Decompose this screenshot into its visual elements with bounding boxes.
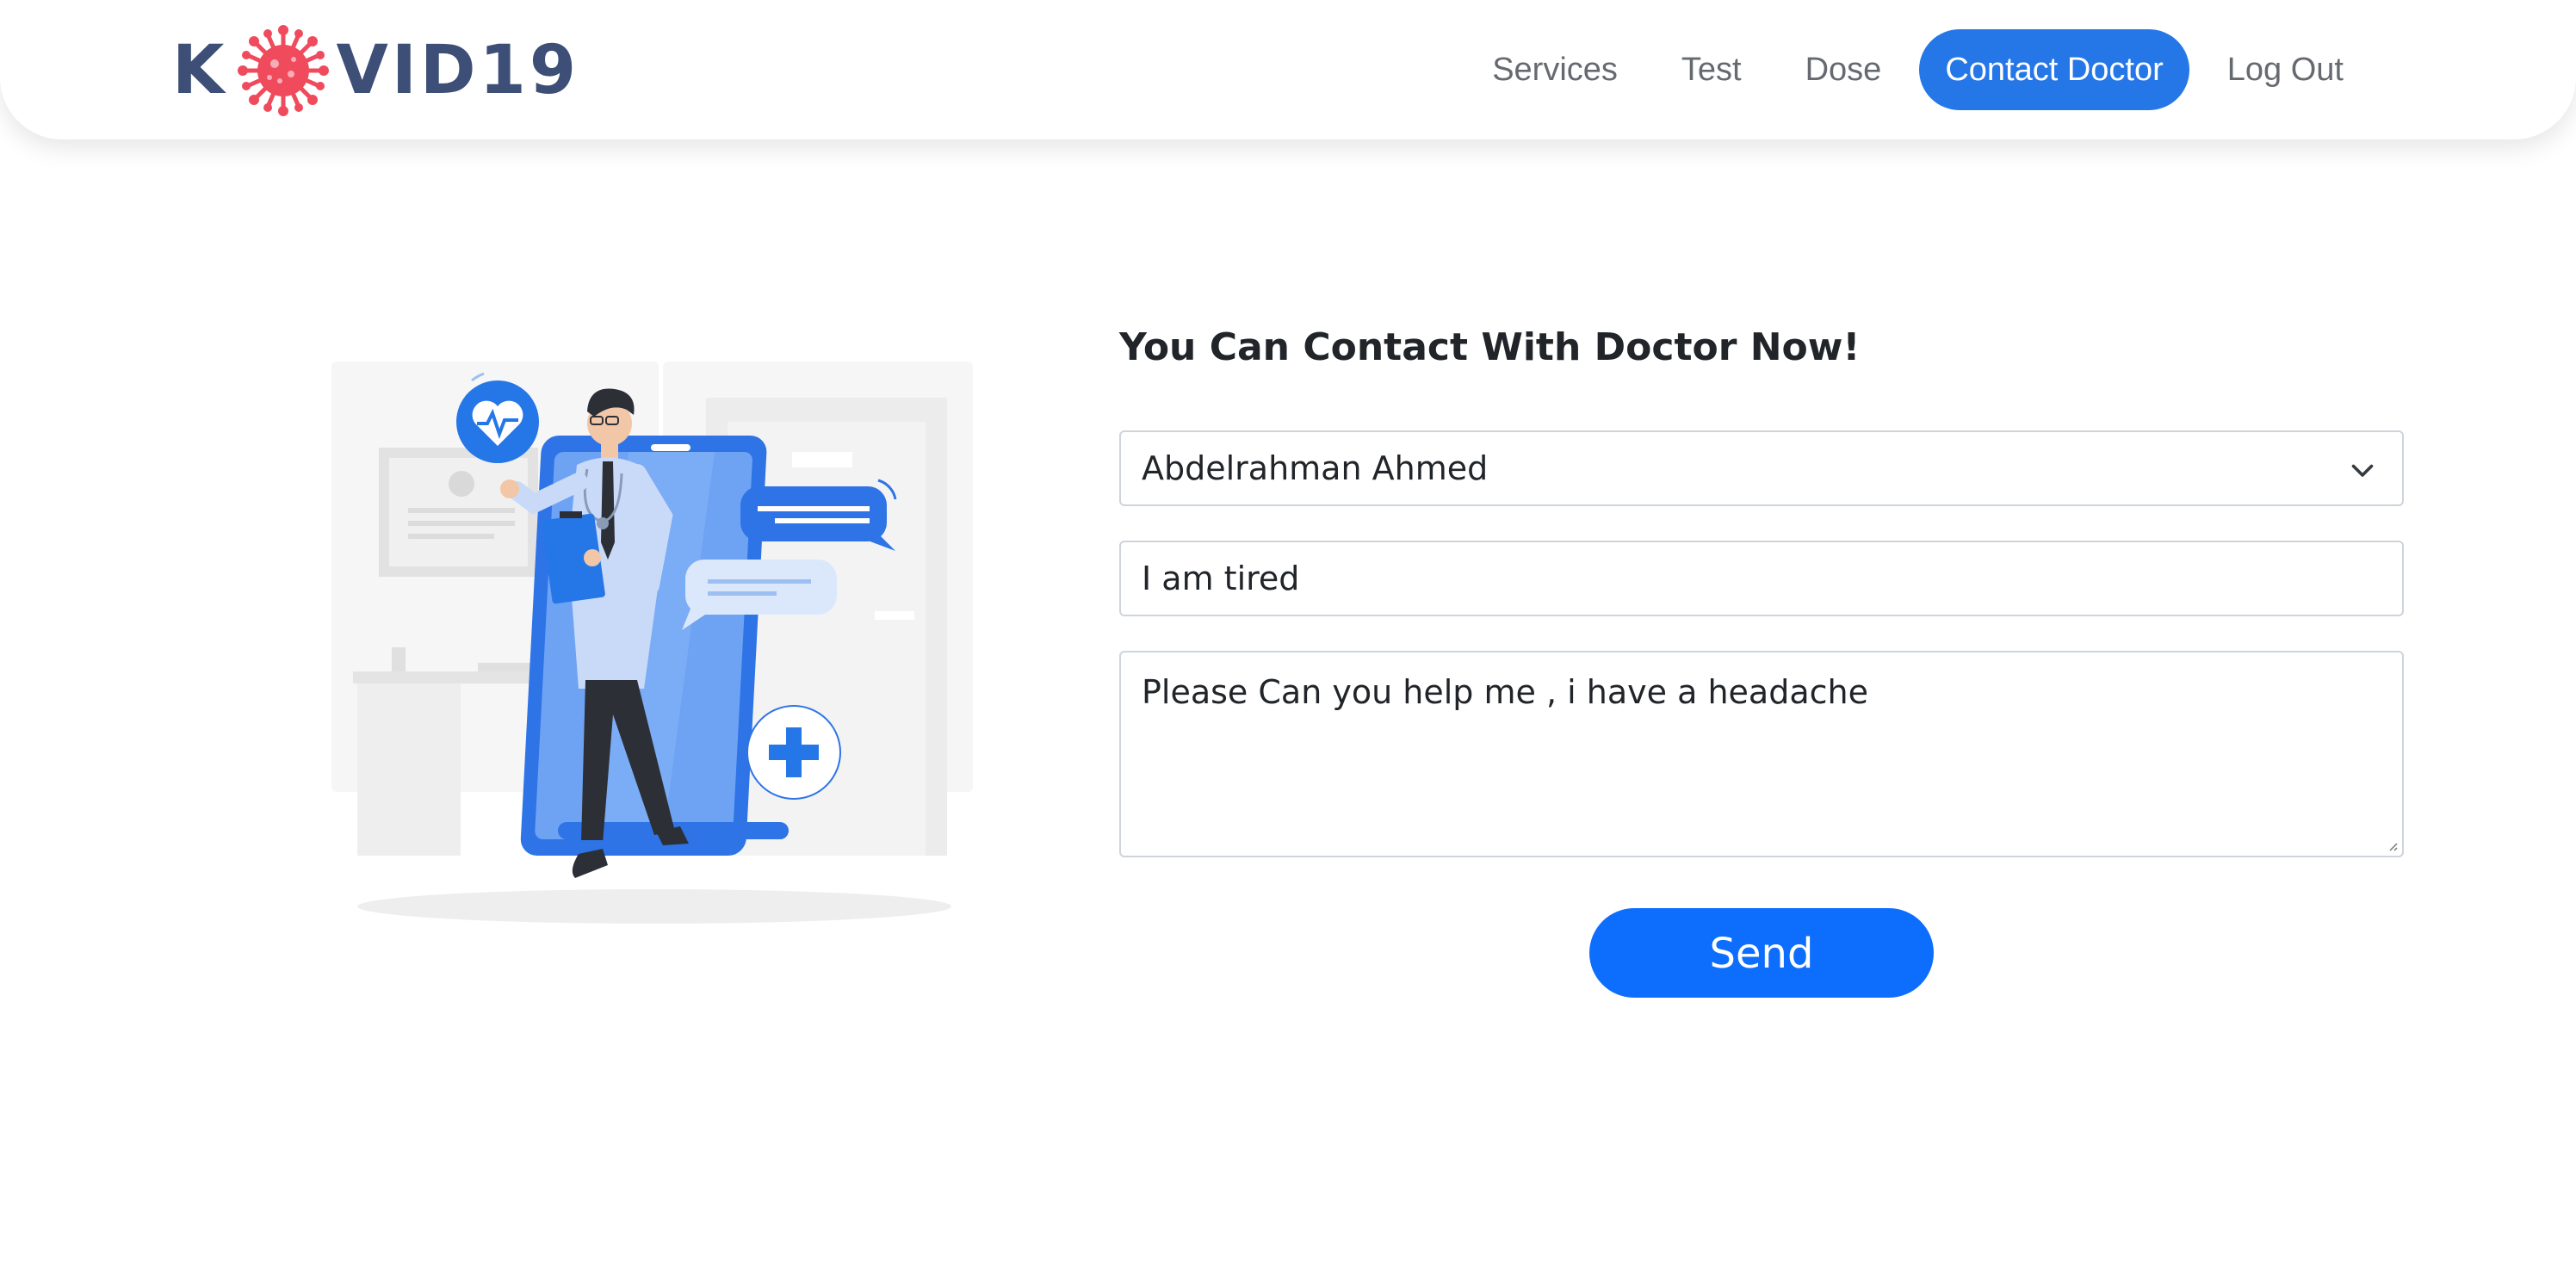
brand-logo[interactable]: K VID19 [172,21,579,121]
message-textarea[interactable]: Please Can you help me , i have a headac… [1119,651,2404,857]
resize-grip-icon[interactable] [2387,840,2399,852]
subject-input-value: I am tired [1142,560,1300,597]
send-button[interactable]: Send [1589,908,1934,998]
nav-link-services[interactable]: Services [1466,29,1644,110]
main-nav: Services Test Dose Contact Doctor Log Ou… [1454,29,2369,110]
navbar: K VID19 Services Test Dose Contact Docto… [0,0,2576,139]
brand-suffix: VID19 [336,32,580,109]
subject-input[interactable]: I am tired [1119,541,2404,616]
nav-link-log-out[interactable]: Log Out [2201,29,2369,110]
form-title: You Can Contact With Doctor Now! [1119,325,1861,369]
chevron-down-icon [2351,464,2374,477]
doctor-select[interactable]: Abdelrahman Ahmed [1119,430,2404,506]
message-textarea-value: Please Can you help me , i have a headac… [1142,673,1868,711]
nav-link-test[interactable]: Test [1656,29,1768,110]
brand-prefix: K [172,32,228,109]
virus-icon [238,25,330,116]
nav-link-dose[interactable]: Dose [1780,29,1908,110]
nav-link-contact-doctor[interactable]: Contact Doctor [1919,29,2189,110]
doctor-select-value: Abdelrahman Ahmed [1142,449,1489,487]
doctor-phone-illustration [331,362,973,924]
